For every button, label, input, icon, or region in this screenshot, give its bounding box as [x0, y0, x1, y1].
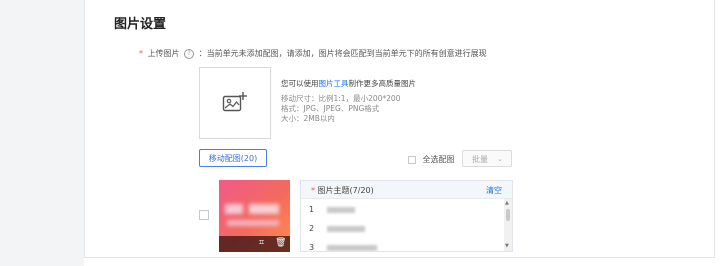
left-rail: [0, 0, 84, 266]
theme-scrollbar[interactable]: ▲ ▼: [504, 199, 512, 251]
chevron-down-icon: ⌄: [497, 155, 503, 163]
blurred-theme-text: [326, 244, 377, 251]
clear-button[interactable]: 清空: [486, 185, 502, 196]
select-all-images[interactable]: 全选配图: [408, 154, 455, 165]
scroll-up-icon[interactable]: ▲: [505, 200, 509, 206]
blurred-thumbnail-content: [249, 204, 279, 214]
image-upload-box[interactable]: [199, 67, 271, 139]
image-row-checkbox[interactable]: [199, 210, 209, 220]
theme-row[interactable]: 3: [309, 243, 377, 252]
section-title: 图片设置: [114, 17, 167, 32]
upload-image-row: * 上传图片 ? ：当前单元未添加配图，请添加，图片将会匹配到当前单元下的所有创…: [139, 48, 487, 59]
theme-row-number: 2: [309, 224, 315, 233]
required-mark: *: [311, 186, 315, 195]
tip-format: 格式：JPG、JPEG、PNG格式: [281, 104, 380, 113]
upload-tips: 您可以使用图片工具制作更多高质量图片 移动尺寸：比例1:1，最小200*200 …: [281, 79, 416, 124]
image-theme-panel: * 图片主题(7/20) 清空 1 2 3 ▲ ▼: [300, 180, 513, 252]
select-all-label: 全选配图: [422, 155, 455, 164]
question-circle-icon[interactable]: ?: [184, 48, 195, 59]
thumbnail-action-bar: ⌗ 🗑: [219, 236, 290, 252]
theme-row-number: 1: [309, 205, 315, 214]
bottom-gutter: [84, 258, 725, 266]
tip-suffix: 制作更多高质量图片: [348, 79, 417, 88]
required-mark: *: [139, 49, 143, 58]
batch-label: 批量: [472, 155, 488, 164]
scroll-down-icon[interactable]: ▼: [505, 243, 509, 249]
delete-icon[interactable]: 🗑: [275, 238, 286, 248]
blurred-thumbnail-content: [227, 220, 279, 226]
blurred-theme-text: [326, 206, 355, 213]
add-image-icon: [222, 92, 247, 112]
theme-row[interactable]: 1: [309, 205, 355, 214]
select-all-checkbox[interactable]: [408, 155, 416, 164]
scroll-thumb[interactable]: [506, 209, 510, 221]
right-gutter: [715, 0, 725, 266]
image-tool-link[interactable]: 图片工具: [319, 79, 349, 88]
blurred-theme-text: [326, 225, 365, 232]
tip-prefix: 您可以使用: [281, 79, 319, 88]
crop-icon[interactable]: ⌗: [259, 238, 264, 248]
theme-row-number: 3: [309, 243, 315, 252]
theme-panel-header: * 图片主题(7/20) 清空: [301, 181, 512, 199]
upload-message: ：当前单元未添加配图，请添加，图片将会匹配到当前单元下的所有创意进行展现: [198, 49, 487, 58]
theme-panel-title: * 图片主题(7/20): [311, 185, 374, 196]
image-thumbnail[interactable]: ⌗ 🗑: [219, 180, 290, 252]
move-images-button[interactable]: 移动配图(20): [199, 149, 267, 167]
tip-size: 移动尺寸：比例1:1，最小200*200: [281, 94, 401, 103]
theme-title-text: 图片主题(7/20): [317, 186, 374, 195]
upload-label: 上传图片: [147, 49, 180, 58]
blurred-thumbnail-content: [225, 204, 243, 214]
tip-filesize: 大小：2MB以内: [281, 114, 335, 123]
theme-row[interactable]: 2: [309, 224, 365, 233]
batch-dropdown[interactable]: 批量 ⌄: [462, 150, 512, 167]
